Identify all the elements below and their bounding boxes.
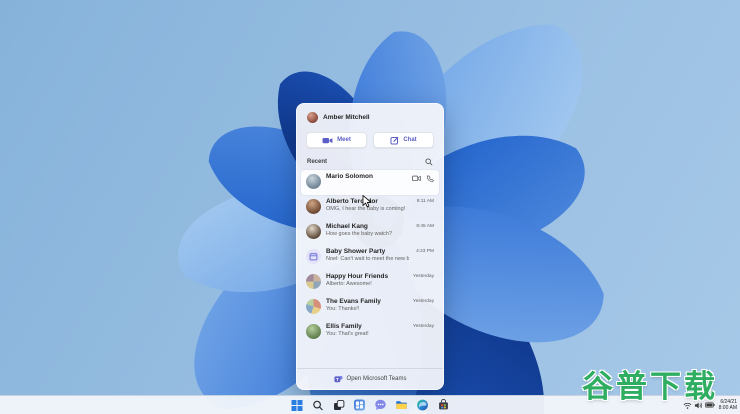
conversation-time: 8:45 AM <box>416 224 434 229</box>
avatar <box>306 274 321 289</box>
conversation-time: Yesterday <box>412 299 434 304</box>
recent-label: Recent <box>307 159 328 165</box>
conversation-name: Ellis Family <box>326 323 362 330</box>
microsoft-store-button[interactable] <box>437 398 451 412</box>
search-button[interactable] <box>311 398 325 412</box>
conversation-preview: You: That's great! <box>326 331 369 337</box>
conversation-time: Yesterday <box>412 274 434 279</box>
site-watermark: 谷普下载 <box>582 369 718 404</box>
flyout-header: Amber Mitchell <box>297 104 443 127</box>
meet-button[interactable]: Meet <box>306 132 367 148</box>
search-icon[interactable] <box>425 158 433 166</box>
taskbar-clock[interactable]: 6/24/21 8:00 AM <box>719 399 737 412</box>
conversation-name: Mario Solomon <box>326 173 373 180</box>
video-call-icon[interactable] <box>412 175 421 182</box>
conversation-time: 4:23 PM <box>416 249 434 254</box>
conversation-the-evans-family[interactable]: The Evans Family You: Thanks!! Yesterday <box>301 295 439 320</box>
open-teams-label: Open Microsoft Teams <box>346 376 407 382</box>
avatar <box>306 174 321 189</box>
taskbar-time: 8:00 AM <box>718 405 737 411</box>
conversation-name: Baby Shower Party <box>326 248 386 255</box>
teams-chat-button[interactable] <box>374 398 388 412</box>
open-microsoft-teams-link[interactable]: T Open Microsoft Teams <box>297 368 443 389</box>
start-button[interactable] <box>290 398 304 412</box>
conversation-preview: How goes the baby watch? <box>326 231 393 237</box>
audio-call-icon[interactable] <box>426 175 434 183</box>
conversation-happy-hour-friends[interactable]: Happy Hour Friends Alberto: Awesome! Yes… <box>301 270 439 295</box>
widgets-button[interactable] <box>353 398 367 412</box>
file-explorer-icon <box>396 401 407 409</box>
chat-button-label: Chat <box>403 137 417 143</box>
conversation-michael-kang[interactable]: Michael Kang How goes the baby watch? 8:… <box>301 220 439 245</box>
windows-logo-icon <box>291 399 302 411</box>
teams-icon: T <box>333 375 343 382</box>
svg-text:T: T <box>335 376 338 382</box>
conversation-name: The Evans Family <box>326 298 381 305</box>
search-icon <box>312 400 323 410</box>
teams-chat-flyout: Amber Mitchell Meet Chat Recent Mario So… <box>296 103 444 390</box>
microsoft-store-icon <box>439 399 448 410</box>
chat-button[interactable]: Chat <box>373 132 434 148</box>
avatar <box>306 324 321 339</box>
task-view-icon <box>333 399 344 410</box>
conversation-baby-shower-party[interactable]: Baby Shower Party Noel: Can't wait to me… <box>301 245 439 270</box>
teams-chat-icon <box>375 399 386 410</box>
avatar <box>306 199 321 214</box>
desktop: Amber Mitchell Meet Chat Recent Mario So… <box>0 0 740 414</box>
conversation-time: 9:11 AM <box>416 199 434 204</box>
mouse-cursor <box>362 195 372 208</box>
edge-button[interactable] <box>416 398 430 412</box>
meet-button-label: Meet <box>337 137 351 143</box>
conversation-preview: Noel: Can't wait to meet the new baby! <box>326 256 410 262</box>
action-row: Meet Chat <box>297 127 443 151</box>
file-explorer-button[interactable] <box>395 398 409 412</box>
calendar-event-icon <box>306 249 321 264</box>
recent-row: Recent <box>297 151 443 169</box>
user-name: Amber Mitchell <box>323 114 370 121</box>
conversation-name: Michael Kang <box>326 223 368 230</box>
conversation-mario-solomon[interactable]: Mario Solomon <box>301 170 439 195</box>
task-view-button[interactable] <box>332 398 346 412</box>
avatar <box>306 224 321 239</box>
conversation-preview: Alberto: Awesome! <box>326 281 372 287</box>
compose-chat-icon <box>390 136 399 144</box>
taskbar-center <box>290 396 451 414</box>
video-camera-icon <box>322 137 333 143</box>
conversation-name: Happy Hour Friends <box>326 273 389 280</box>
conversation-preview: You: Thanks!! <box>326 306 360 312</box>
conversation-ellis-family[interactable]: Ellis Family You: That's great! Yesterda… <box>301 320 439 345</box>
user-avatar[interactable] <box>307 112 318 123</box>
edge-icon <box>417 399 428 411</box>
conversation-time: Yesterday <box>412 324 434 329</box>
widgets-icon <box>354 399 365 411</box>
avatar <box>306 299 321 314</box>
